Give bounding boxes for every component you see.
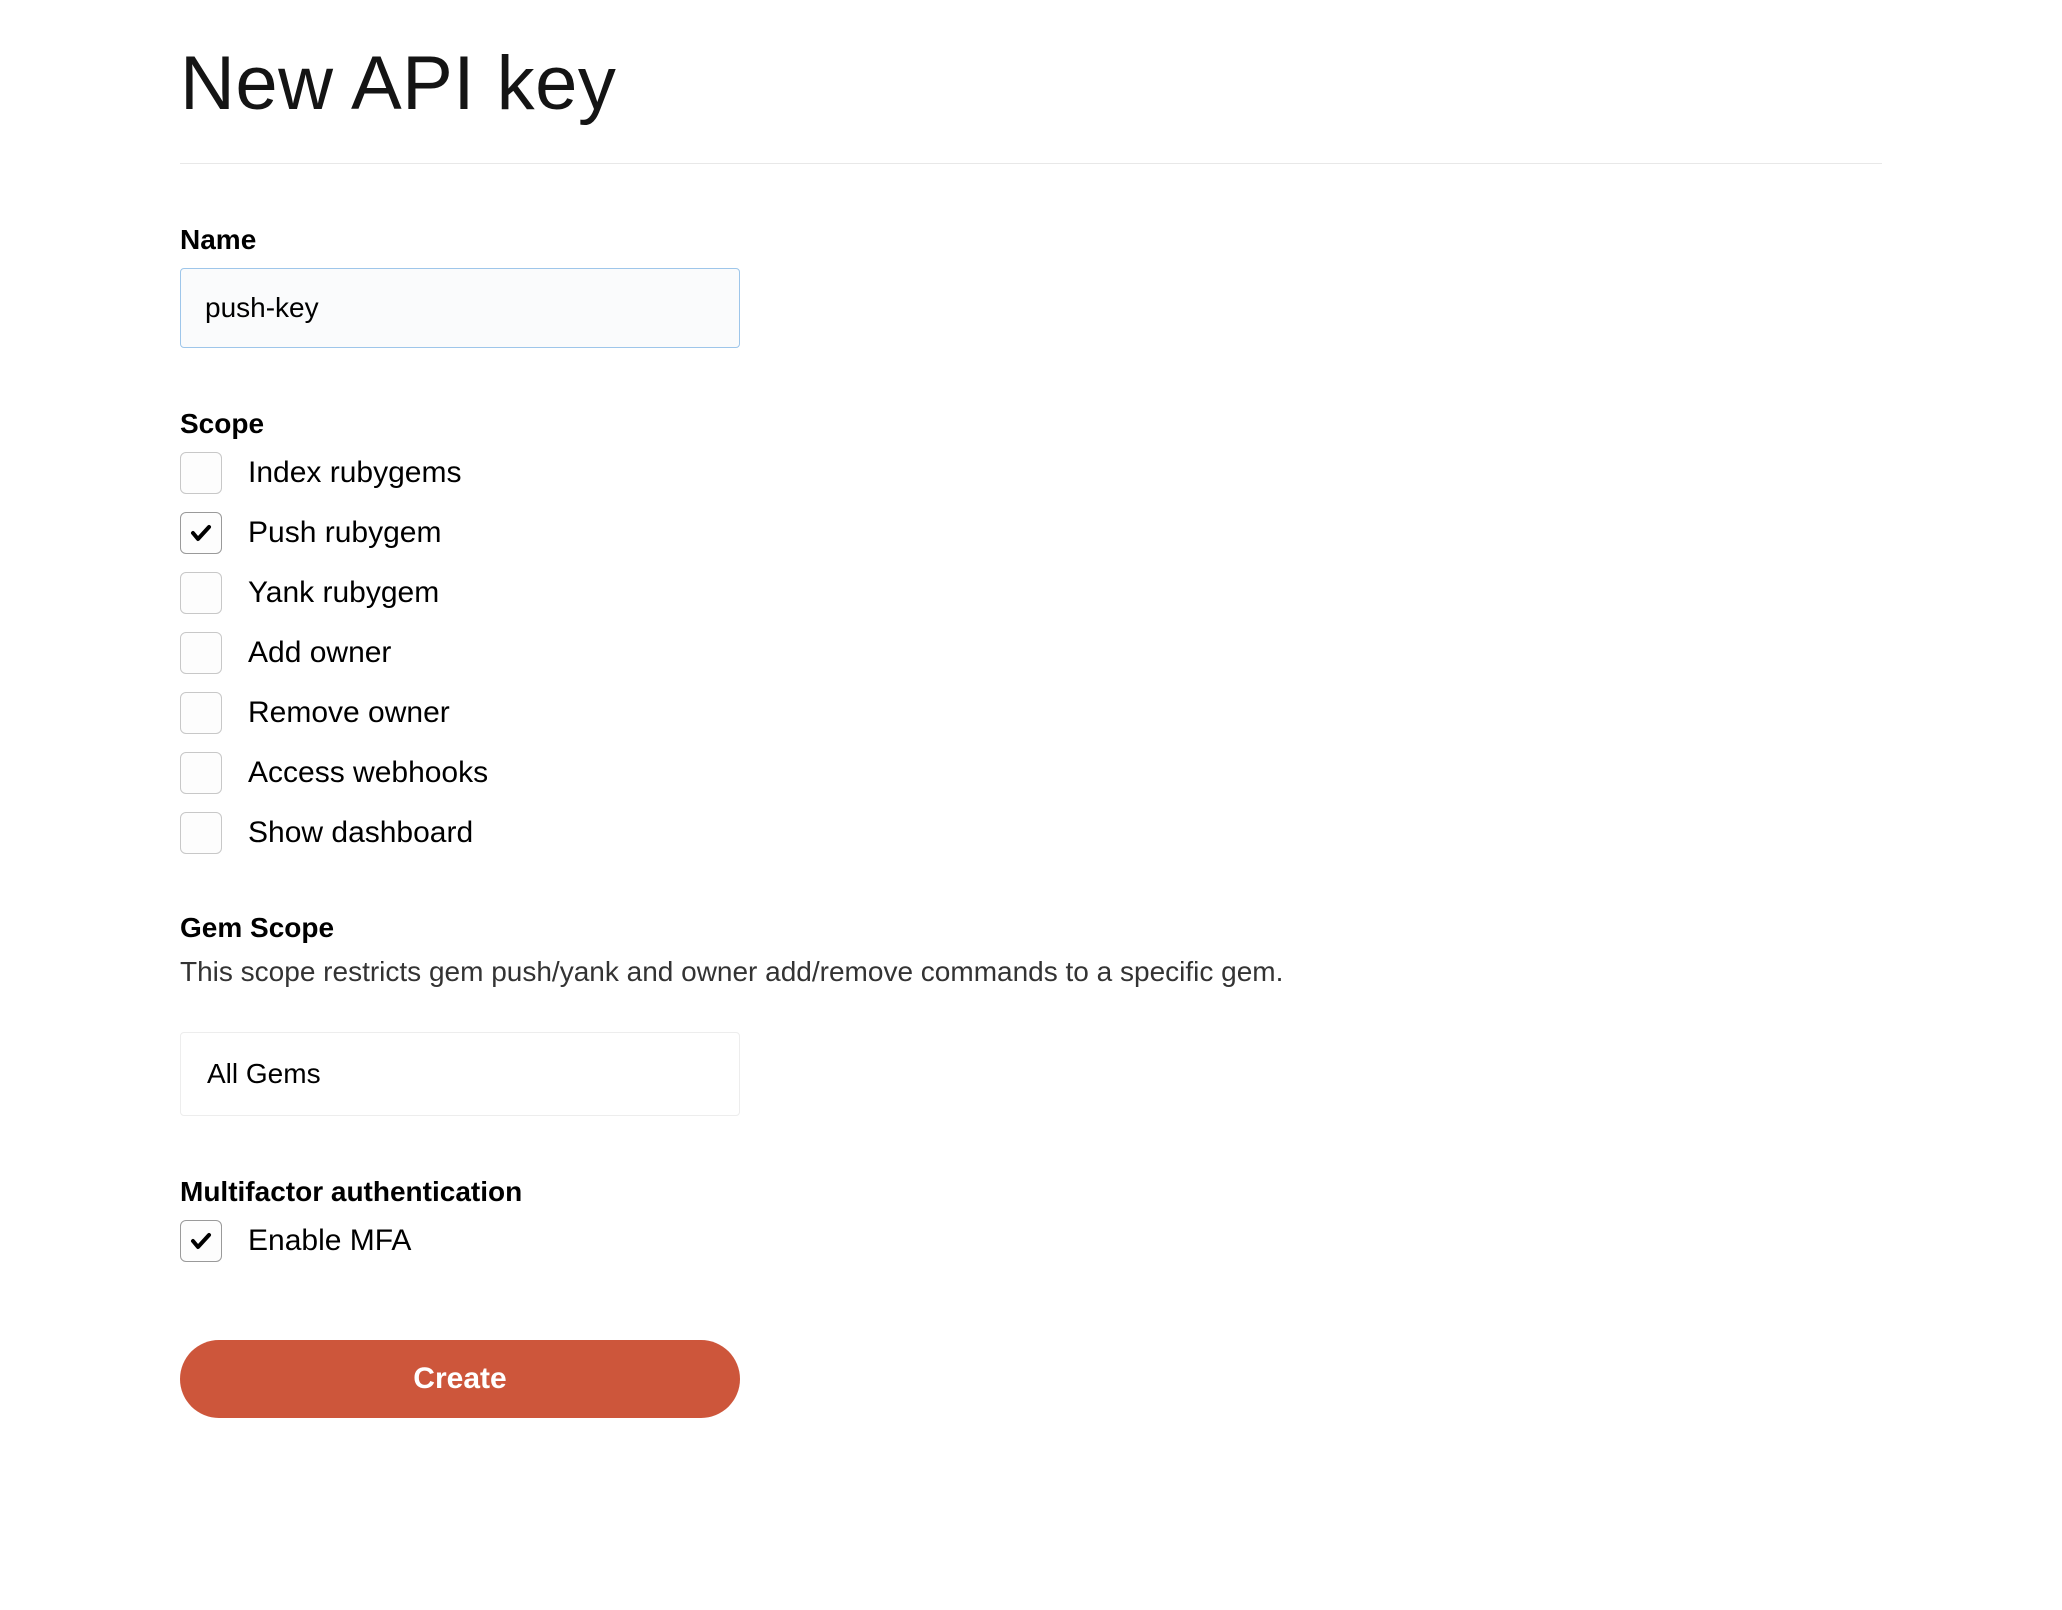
scope-checkbox-label[interactable]: Yank rubygem — [248, 576, 439, 610]
divider — [180, 163, 1882, 164]
enable-mfa-label[interactable]: Enable MFA — [248, 1224, 411, 1258]
scope-row: Show dashboard — [180, 812, 1882, 854]
scope-checkbox-label[interactable]: Index rubygems — [248, 456, 461, 490]
mfa-label: Multifactor authentication — [180, 1176, 1882, 1208]
scope-checkbox[interactable] — [180, 452, 222, 494]
scope-checkbox-label[interactable]: Add owner — [248, 636, 391, 670]
scope-checkbox-label[interactable]: Show dashboard — [248, 816, 473, 850]
name-input[interactable] — [180, 268, 740, 348]
create-button[interactable]: Create — [180, 1340, 740, 1418]
scope-checkbox-list: Index rubygems Push rubygem Yank rubygem Ad… — [180, 452, 1882, 854]
scope-checkbox[interactable] — [180, 572, 222, 614]
scope-checkbox[interactable] — [180, 752, 222, 794]
scope-checkbox-label[interactable]: Push rubygem — [248, 516, 441, 550]
scope-checkbox-label[interactable]: Remove owner — [248, 696, 450, 730]
scope-row: Index rubygems — [180, 452, 1882, 494]
name-label: Name — [180, 224, 1882, 256]
scope-row: Push rubygem — [180, 512, 1882, 554]
scope-row: Yank rubygem — [180, 572, 1882, 614]
scope-row: Remove owner — [180, 692, 1882, 734]
scope-checkbox[interactable] — [180, 812, 222, 854]
scope-row: Access webhooks — [180, 752, 1882, 794]
scope-label: Scope — [180, 408, 1882, 440]
enable-mfa-checkbox[interactable] — [180, 1220, 222, 1262]
scope-row: Add owner — [180, 632, 1882, 674]
scope-checkbox[interactable] — [180, 512, 222, 554]
scope-checkbox-label[interactable]: Access webhooks — [248, 756, 488, 790]
page-title: New API key — [180, 40, 1882, 127]
scope-checkbox[interactable] — [180, 632, 222, 674]
gem-scope-selected-value: All Gems — [207, 1058, 321, 1090]
mfa-checkbox-row: Enable MFA — [180, 1220, 1882, 1262]
gem-scope-label: Gem Scope — [180, 912, 1882, 944]
gem-scope-select[interactable]: All Gems — [180, 1032, 740, 1116]
check-icon — [189, 1229, 213, 1253]
scope-checkbox[interactable] — [180, 692, 222, 734]
check-icon — [189, 521, 213, 545]
gem-scope-help-text: This scope restricts gem push/yank and o… — [180, 956, 1882, 988]
